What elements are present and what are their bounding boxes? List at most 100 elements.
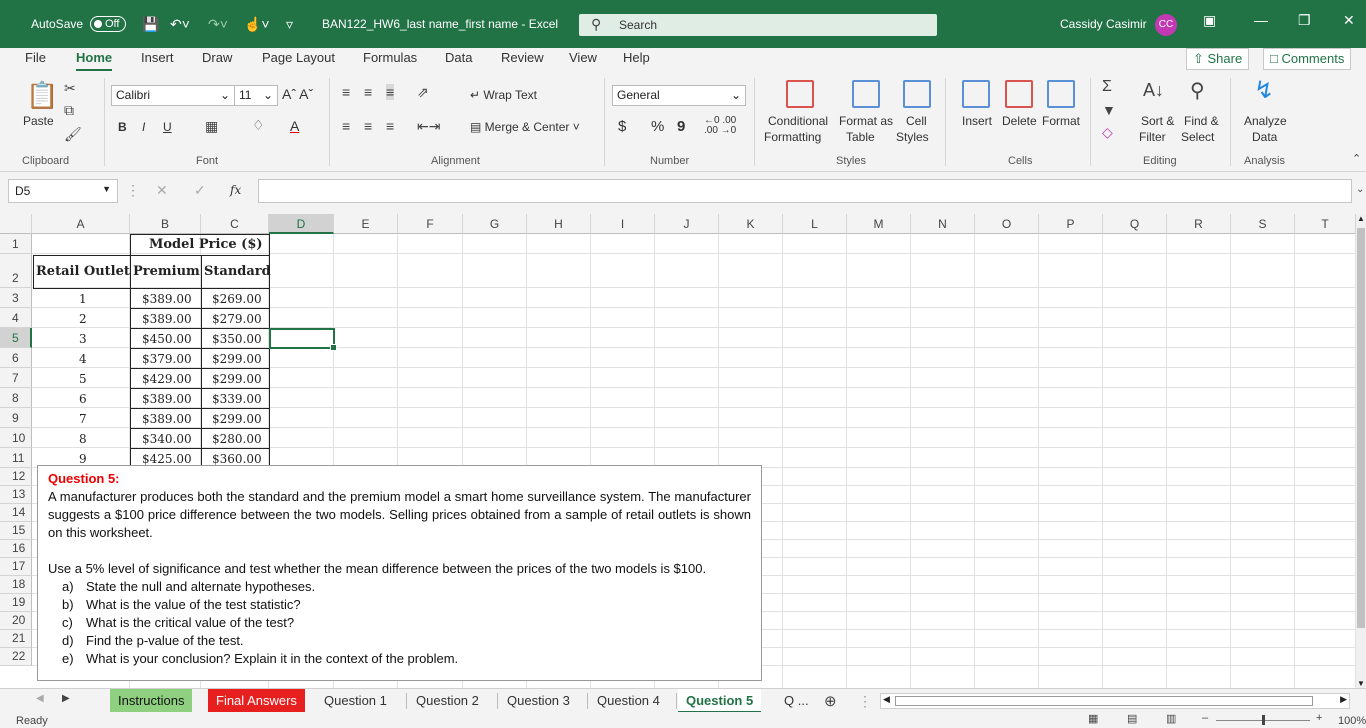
page-layout-view-icon[interactable]: ▤: [1127, 712, 1137, 725]
next-sheet-icon[interactable]: ▶: [62, 693, 70, 704]
cell-premium[interactable]: $389.00: [142, 292, 192, 306]
name-box[interactable]: D5 ▼: [8, 179, 118, 203]
worksheet-grid[interactable]: ABCDEFGHIJKLMNOPQRST 1 2 3 4 5 6 7 8 9 10 11 12 13 14…: [0, 214, 1356, 688]
format-as-table-label-2[interactable]: Table: [846, 130, 875, 144]
cell-outlet[interactable]: 6: [79, 392, 87, 406]
tab-page-layout[interactable]: Page Layout: [262, 50, 335, 65]
row-header-1[interactable]: 1: [0, 234, 32, 254]
close-icon[interactable]: ✕: [1343, 12, 1355, 29]
borders-icon[interactable]: ▦: [205, 118, 218, 135]
sheet-tab-question-4[interactable]: Question 4: [589, 689, 668, 713]
tab-draw[interactable]: Draw: [202, 50, 232, 65]
grow-font-icon[interactable]: Aˆ Aˇ: [282, 86, 313, 102]
find-select-label-2[interactable]: Select: [1181, 130, 1214, 144]
column-header-i[interactable]: I: [591, 214, 655, 234]
cell-outlet[interactable]: 4: [79, 352, 87, 366]
horizontal-scroll-thumb[interactable]: [895, 696, 1313, 706]
column-header-r[interactable]: R: [1167, 214, 1231, 234]
cut-icon[interactable]: ✂: [64, 80, 76, 97]
column-header-a[interactable]: A: [32, 214, 130, 234]
delete-cells-label[interactable]: Delete: [1002, 114, 1037, 128]
underline-button[interactable]: U: [163, 120, 172, 134]
insert-cells-label[interactable]: Insert: [962, 114, 992, 128]
tab-view[interactable]: View: [569, 50, 597, 65]
more-sheets[interactable]: Q ...: [776, 689, 817, 713]
enter-icon[interactable]: ✓: [194, 182, 206, 199]
copy-icon[interactable]: ⧉: [64, 102, 74, 119]
cell-premium[interactable]: $340.00: [142, 432, 192, 446]
merge-center-button[interactable]: ▤ Merge & Center ˅: [470, 120, 580, 134]
column-header-o[interactable]: O: [975, 214, 1039, 234]
column-header-c[interactable]: C: [201, 214, 269, 234]
sheet-tab-instructions[interactable]: Instructions: [110, 689, 193, 713]
expand-formula-icon[interactable]: ⌄: [1356, 184, 1364, 195]
analyze-data-label-2[interactable]: Data: [1252, 130, 1277, 144]
cell-premium[interactable]: $379.00: [142, 352, 192, 366]
top-align-icon[interactable]: ≡: [342, 84, 350, 100]
row-header-4[interactable]: 4: [0, 308, 32, 328]
cell-standard[interactable]: $360.00: [212, 452, 262, 466]
cell-premium[interactable]: $389.00: [142, 392, 192, 406]
cell-premium[interactable]: $450.00: [142, 332, 192, 346]
column-header-e[interactable]: E: [334, 214, 398, 234]
format-as-table-icon[interactable]: [852, 80, 880, 108]
sort-filter-icon[interactable]: A↓: [1143, 80, 1164, 101]
customize-qat-icon[interactable]: ▿: [286, 16, 293, 33]
cell-outlet[interactable]: 8: [79, 432, 87, 446]
cell-standard[interactable]: $299.00: [212, 352, 262, 366]
decimal-buttons[interactable]: ←0 .00.00 →0: [704, 116, 736, 136]
cell-outlet[interactable]: 5: [79, 372, 87, 386]
percent-button[interactable]: %: [651, 118, 664, 135]
font-color-icon[interactable]: A: [290, 118, 299, 134]
question-textbox[interactable]: Question 5: A manufacturer produces both…: [37, 465, 762, 681]
comma-button[interactable]: 9: [677, 118, 685, 135]
tab-review[interactable]: Review: [501, 50, 544, 65]
share-button[interactable]: ⇧ Share: [1186, 48, 1250, 70]
row-header-8[interactable]: 8: [0, 388, 32, 408]
row-header-6[interactable]: 6: [0, 348, 32, 368]
vertical-scroll-thumb[interactable]: [1357, 228, 1365, 628]
paste-label[interactable]: Paste: [23, 114, 54, 128]
cancel-icon[interactable]: ✕: [156, 182, 168, 199]
row-header-3[interactable]: 3: [0, 288, 32, 308]
cell-outlet[interactable]: 2: [79, 312, 87, 326]
delete-cells-icon[interactable]: [1005, 80, 1033, 108]
wrap-text-button[interactable]: ↵ Wrap Text: [470, 88, 537, 102]
conditional-formatting-label-1[interactable]: Conditional: [768, 114, 828, 128]
zoom-in-icon[interactable]: +: [1316, 712, 1322, 724]
restore-icon[interactable]: ❐: [1298, 12, 1311, 29]
clear-icon[interactable]: ◇: [1102, 124, 1113, 141]
row-header-16[interactable]: 16: [0, 540, 32, 558]
orientation-icon[interactable]: ⇗: [417, 84, 429, 101]
cell-standard[interactable]: $280.00: [212, 432, 262, 446]
sheet-tab-question-5[interactable]: Question 5: [678, 689, 762, 713]
avatar[interactable]: CC: [1155, 14, 1177, 36]
find-select-icon[interactable]: ⚲: [1190, 78, 1205, 103]
page-break-view-icon[interactable]: ▥: [1166, 712, 1176, 725]
select-all-corner[interactable]: [0, 214, 32, 234]
paste-icon[interactable]: 📋: [26, 80, 58, 111]
scroll-right-icon[interactable]: ▶: [1340, 694, 1347, 705]
column-header-m[interactable]: M: [847, 214, 911, 234]
middle-align-icon[interactable]: ≡: [364, 84, 372, 100]
column-header-l[interactable]: L: [783, 214, 847, 234]
tab-insert[interactable]: Insert: [141, 50, 174, 65]
sort-filter-label-1[interactable]: Sort &: [1141, 114, 1174, 128]
analyze-data-label-1[interactable]: Analyze: [1244, 114, 1287, 128]
cell-premium[interactable]: $425.00: [142, 452, 192, 466]
sheet-tab-final-answers[interactable]: Final Answers: [208, 689, 305, 713]
collapse-ribbon-icon[interactable]: ⌃: [1352, 152, 1361, 165]
tab-home[interactable]: Home: [76, 50, 113, 71]
row-header-21[interactable]: 21: [0, 630, 32, 648]
cell-outlet[interactable]: 9: [79, 452, 87, 466]
zoom-level[interactable]: 100%: [1338, 715, 1366, 727]
cell-styles-label-2[interactable]: Styles: [896, 130, 929, 144]
cell-premium[interactable]: $389.00: [142, 312, 192, 326]
cell-standard[interactable]: $350.00: [212, 332, 262, 346]
analyze-data-icon[interactable]: ↯: [1254, 76, 1274, 105]
align-left-icon[interactable]: ≡: [342, 118, 350, 134]
row-header-9[interactable]: 9: [0, 408, 32, 428]
column-header-q[interactable]: Q: [1103, 214, 1167, 234]
cell-outlet[interactable]: 1: [79, 292, 87, 306]
autosave-toggle[interactable]: Off: [90, 16, 126, 32]
